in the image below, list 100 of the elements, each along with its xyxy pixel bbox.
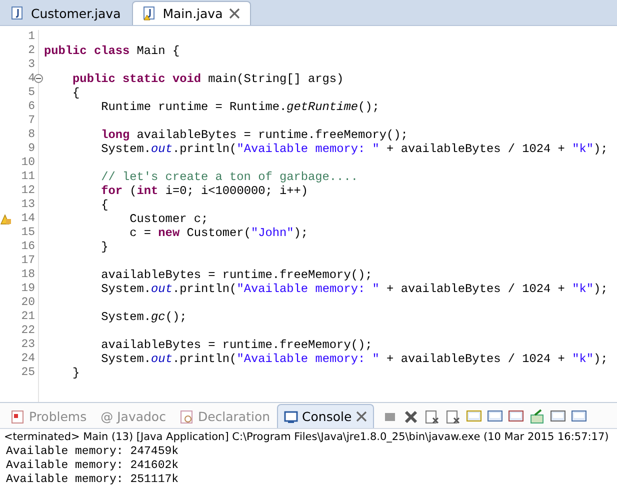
code-token: public static void — [72, 72, 201, 86]
tab-label: @ Javadoc — [100, 409, 166, 424]
clear-console-icon[interactable] — [444, 408, 461, 424]
code-token: Customer c; — [128, 212, 208, 226]
line-number: 3 — [28, 58, 35, 72]
code-token: i=0; i<1000000; i++) — [164, 184, 308, 198]
code-token: ( — [128, 184, 137, 198]
line-number: 25 — [21, 366, 35, 380]
line-number: 12 — [21, 184, 35, 198]
scroll-lock-icon[interactable] — [466, 408, 482, 424]
code-token: ); — [594, 352, 608, 366]
code-token: Main { — [136, 44, 180, 58]
line-number: 23 — [21, 338, 35, 352]
code-token: for — [100, 184, 122, 198]
line-number: 11 — [21, 170, 35, 184]
code-token: "Available memory: " — [236, 142, 380, 156]
line-number: 13 — [21, 198, 35, 212]
line-number: 8 — [28, 128, 35, 142]
new-console-icon[interactable] — [570, 408, 587, 424]
line-number: 6 — [28, 100, 35, 114]
code-token: (); — [165, 310, 187, 324]
code-token: availableBytes = runtime.freeMemory(); — [100, 338, 372, 352]
console-output: Available memory: 251117k — [5, 473, 180, 487]
code-token: availableBytes = runtime.freeMemory(); — [136, 128, 408, 142]
line-number: 24 — [21, 352, 35, 366]
line-number: 15 — [21, 226, 35, 240]
pin-icon[interactable] — [528, 408, 545, 424]
code-token: .println( — [172, 282, 237, 296]
tab-label: Declaration — [198, 409, 270, 424]
line-number: 19 — [21, 282, 35, 296]
line-number: 22 — [21, 324, 35, 338]
code-token: long — [100, 128, 130, 142]
line-number: 18 — [21, 268, 35, 282]
problems-icon — [11, 410, 25, 424]
code-token: ); — [294, 226, 308, 240]
declaration-icon — [180, 410, 194, 424]
line-number: 10 — [21, 156, 35, 170]
line-number: 2 — [28, 44, 35, 58]
code-token: "k" — [572, 282, 594, 296]
line-number: 7 — [28, 114, 35, 128]
code-token: Runtime runtime = Runtime. — [100, 100, 287, 114]
line-number: 20 — [21, 296, 35, 310]
line-number: 16 — [21, 240, 35, 254]
code-token: { — [72, 86, 80, 100]
code-token: Customer( — [186, 226, 251, 240]
editor-tab[interactable]: Main.java — [132, 1, 251, 25]
code-token: } — [100, 240, 108, 254]
code-token: gc — [151, 310, 166, 324]
code-token: + availableBytes / 1024 + — [386, 142, 566, 156]
code-token: c = — [128, 226, 152, 240]
line-number: 21 — [21, 310, 35, 324]
console-status: <terminated> Main (13) [Java Application] C:\Program Files\Java\jre1.8.0_25\bin\javaw.exe (10 Mar 2015 16:57:17) — [3, 430, 610, 445]
code-token: "k" — [572, 142, 594, 156]
code-token: System. — [100, 142, 152, 156]
close-icon[interactable] — [228, 8, 240, 19]
code-token: out — [151, 142, 172, 156]
code-token: System. — [100, 352, 152, 366]
code-token: .println( — [172, 352, 237, 366]
code-token: ); — [594, 282, 608, 296]
code-token: "Available memory: " — [236, 352, 380, 366]
code-token: main(String[] args) — [207, 72, 344, 86]
tab-label: Main.java — [162, 6, 223, 21]
code-token: public class — [44, 44, 130, 58]
tab-label: Problems — [29, 409, 87, 424]
code-token: availableBytes = runtime.freeMemory(); — [100, 268, 372, 282]
code-token: getRuntime — [286, 100, 358, 114]
display-icon[interactable] — [550, 408, 566, 424]
code-token: // let's create a ton of garbage.... — [100, 170, 358, 184]
remove-icon[interactable] — [402, 408, 419, 424]
close-icon[interactable] — [356, 411, 367, 422]
line-number: 5 — [28, 86, 35, 100]
code-token: System. — [100, 310, 152, 324]
show-output-icon[interactable] — [486, 408, 503, 424]
console-output: Available memory: 241602k — [5, 459, 180, 473]
collapse-icon[interactable] — [34, 74, 43, 83]
console-icon — [284, 410, 298, 424]
code-token: + availableBytes / 1024 + — [386, 352, 566, 366]
code-token: ); — [594, 142, 608, 156]
line-number: 4 — [28, 72, 35, 86]
panel-tab[interactable]: Console — [277, 404, 374, 428]
code-token: { — [100, 198, 108, 212]
tab-label: Customer.java — [31, 6, 121, 21]
remove-all-icon[interactable] — [424, 408, 440, 424]
code-token: new — [158, 226, 180, 240]
code-token: "k" — [572, 352, 594, 366]
tab-label: Console — [302, 409, 352, 424]
editor-tab[interactable]: Customer.java — [0, 1, 132, 25]
line-number: 17 — [21, 254, 35, 268]
code-token: int — [136, 184, 158, 198]
line-number: 1 — [28, 30, 35, 44]
show-error-icon[interactable] — [508, 408, 524, 424]
console-output: Available memory: 247459k — [5, 445, 180, 459]
warning-icon — [0, 213, 12, 225]
code-token: out — [151, 282, 172, 296]
code-token: "John" — [250, 226, 294, 240]
code-token: "Available memory: " — [236, 282, 380, 296]
line-number: 9 — [28, 142, 35, 156]
code-token: System. — [100, 282, 152, 296]
line-number: 14 — [21, 212, 35, 226]
code-token: out — [151, 352, 172, 366]
